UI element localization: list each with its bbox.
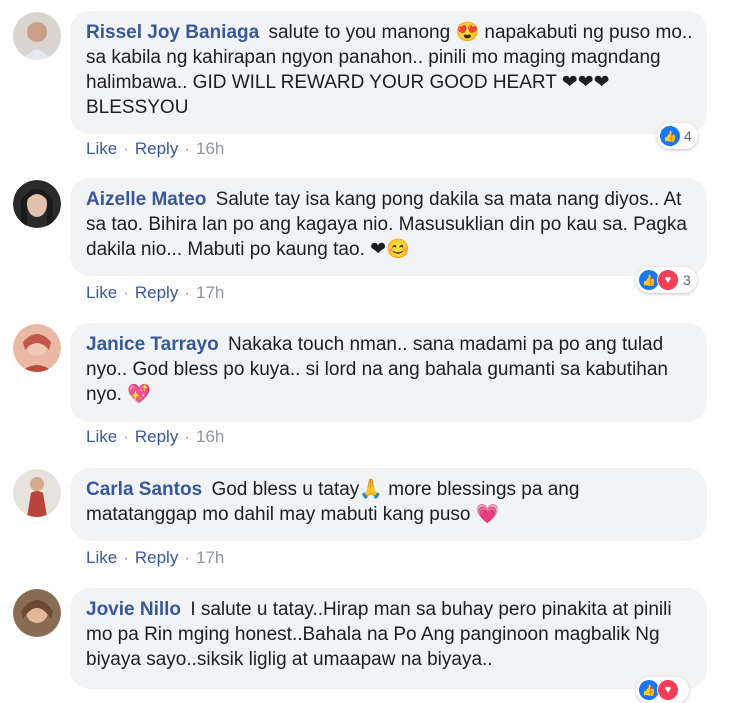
like-link[interactable]: Like: [86, 139, 117, 158]
comment-author[interactable]: Janice Tarrayo: [86, 334, 219, 355]
reply-link[interactable]: Reply: [135, 139, 178, 158]
like-link[interactable]: Like: [86, 283, 117, 302]
comment-actions: Like · Reply · 16h: [86, 139, 225, 158]
comment-author[interactable]: Jovie Nillo: [86, 599, 181, 620]
comment-bubble: Carla Santos God bless u tatay🙏 more ble…: [70, 468, 707, 541]
reaction-count: 3: [683, 272, 691, 288]
comment-author[interactable]: Carla Santos: [86, 479, 202, 500]
avatar[interactable]: [13, 12, 61, 60]
like-reaction-icon: 👍: [660, 126, 680, 146]
reply-link[interactable]: Reply: [135, 427, 178, 446]
like-reaction-icon: 👍: [639, 680, 659, 700]
reaction-count: 4: [684, 128, 692, 144]
comment-timestamp[interactable]: 16h: [196, 427, 224, 446]
avatar[interactable]: [13, 180, 61, 228]
reaction-summary[interactable]: 👍 4: [657, 123, 698, 149]
avatar[interactable]: [13, 589, 61, 637]
comment-actions: Like · Reply · 17h: [86, 283, 225, 302]
love-reaction-icon: ♥: [657, 269, 679, 291]
comment-actions: Like · Reply · 16h: [86, 427, 225, 446]
comment-timestamp[interactable]: 16h: [196, 139, 224, 158]
avatar[interactable]: [13, 324, 61, 372]
comment-bubble: Jovie Nillo I salute u tatay..Hirap man …: [70, 588, 707, 689]
comment-bubble: Aizelle Mateo Salute tay isa kang pong d…: [70, 178, 707, 276]
reaction-summary[interactable]: 👍 ♥: [636, 677, 689, 703]
like-link[interactable]: Like: [86, 548, 117, 567]
comment-bubble: Janice Tarrayo Nakaka touch nman.. sana …: [70, 323, 707, 422]
reaction-summary[interactable]: 👍 ♥ 3: [636, 267, 697, 293]
comment-timestamp[interactable]: 17h: [196, 548, 224, 567]
comment-bubble: Rissel Joy Baniaga salute to you manong …: [70, 11, 707, 134]
comment-actions: Like · Reply · 17h: [86, 548, 225, 567]
reply-link[interactable]: Reply: [135, 283, 178, 302]
avatar[interactable]: [13, 469, 61, 517]
comment-author[interactable]: Rissel Joy Baniaga: [86, 22, 259, 43]
comment-author[interactable]: Aizelle Mateo: [86, 189, 206, 210]
comment-timestamp[interactable]: 17h: [196, 283, 224, 302]
love-reaction-icon: ♥: [657, 679, 679, 701]
like-reaction-icon: 👍: [639, 270, 659, 290]
reply-link[interactable]: Reply: [135, 548, 178, 567]
like-link[interactable]: Like: [86, 427, 117, 446]
